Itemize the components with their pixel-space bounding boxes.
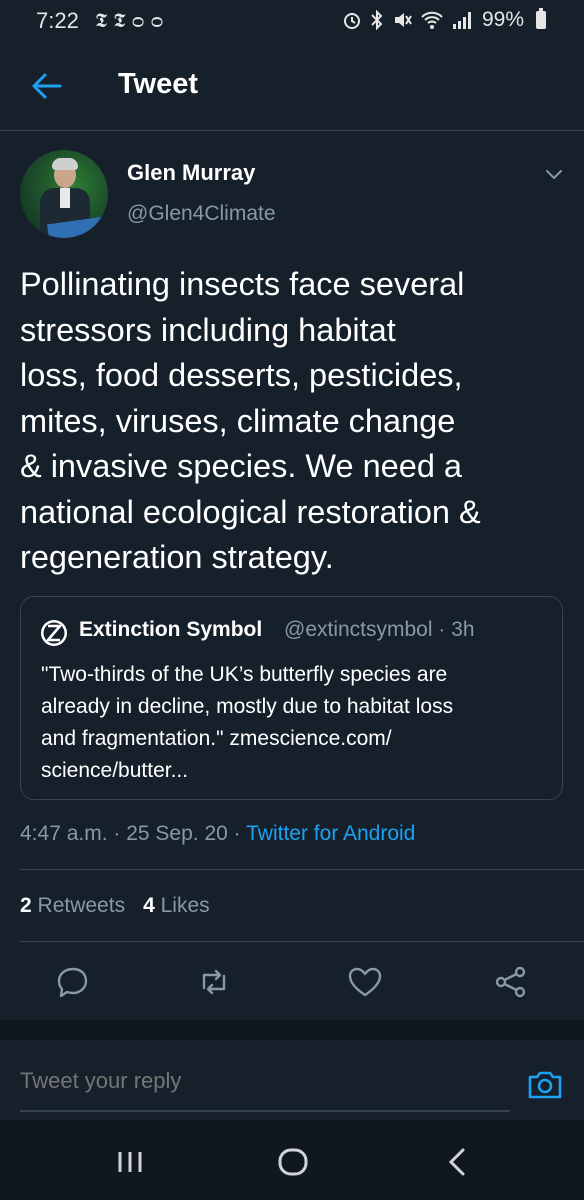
tweet-timestamp: 4:47 a.m. · 25 Sep. 20 · Twitter for And… [20,822,416,845]
wifi-icon [421,11,443,29]
avatar-hair [52,158,78,170]
mute-icon [394,13,412,27]
bluetooth-icon [371,10,383,30]
like-icon[interactable] [343,960,387,1004]
quoted-author-handle: @extinctsymbol [284,618,433,641]
back-nav-icon[interactable] [438,1142,478,1182]
quoted-time: 3h [451,618,475,641]
extinction-symbol-icon [41,620,67,646]
tweet-source-link[interactable]: Twitter for Android [246,822,415,845]
top-app-bar: Tweet [0,40,584,131]
camera-icon[interactable] [525,1064,565,1104]
author-handle[interactable]: @Glen4Climate [127,202,276,226]
action-bar [0,960,584,1008]
tweet-date: 25 Sep. 20 [126,822,228,845]
engagement-stats: 2 Retweets 4 Likes [20,894,210,918]
battery-icon [536,8,546,29]
signal-icon [452,12,471,29]
status-time: 7:22 [36,8,79,33]
quoted-author-name: Extinction Symbol [79,618,263,641]
avatar[interactable] [20,150,108,238]
reply-icon[interactable] [51,960,95,1004]
back-arrow-icon[interactable] [26,66,66,106]
quoted-text: "Two-thirds of the UK’s butterfly specie… [41,663,454,782]
quoted-tweet[interactable]: Extinction Symbol @extinctsymbol · 3h "T… [20,596,563,800]
author-name[interactable]: Glen Murray [127,160,255,186]
system-nav-bar [0,1120,584,1200]
reply-underline [20,1110,510,1112]
retweets-stat[interactable]: 2 Retweets [20,894,125,917]
alarm-icon [343,13,360,29]
system-icons: 99% [342,8,546,32]
divider [20,869,584,870]
home-icon[interactable] [273,1142,313,1182]
tweet-text: Pollinating insects face several stresso… [20,266,481,575]
reply-input[interactable] [20,1068,500,1094]
retweet-icon[interactable] [192,960,236,1004]
share-icon[interactable] [489,960,533,1004]
battery-percent: 99% [481,8,524,31]
tweet-time: 4:47 a.m. [20,822,108,845]
retweets-count: 2 [20,894,32,917]
likes-stat[interactable]: 4 Likes [143,894,210,917]
retweets-label: Retweets [37,894,126,917]
quoted-meta: @extinctsymbol · 3h [284,618,475,641]
notification-icons: 𝕿𝕿ᴑᴑ [95,8,169,32]
page-title: Tweet [118,68,199,100]
avatar-shirt [60,188,70,208]
nyt-icon: 𝕿 [113,8,132,32]
section-separator [0,1020,584,1040]
recents-icon[interactable] [110,1142,150,1182]
status-bar: 7:22 𝕿𝕿ᴑᴑ 99% [0,0,584,40]
reply-bar [0,1040,584,1112]
likes-label: Likes [160,894,210,917]
likes-count: 4 [143,894,155,917]
voicemail-icon: ᴑᴑ [131,8,170,32]
chevron-down-icon[interactable] [542,162,566,186]
divider [20,941,584,942]
nyt-icon: 𝕿 [95,8,114,32]
